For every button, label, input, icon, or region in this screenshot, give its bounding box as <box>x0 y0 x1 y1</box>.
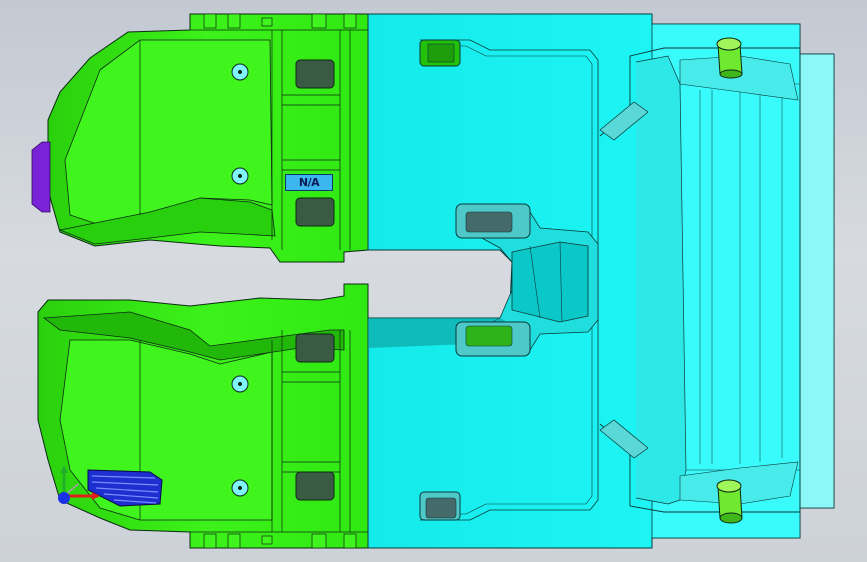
upper-pocket-2 <box>295 197 335 227</box>
cyan-pale-strip <box>799 53 835 509</box>
graphics-viewport[interactable]: N/A <box>0 0 867 562</box>
part-label-chip[interactable]: N/A <box>285 174 333 191</box>
lower-pocket-1 <box>295 333 335 363</box>
z-axis-icon <box>58 492 70 504</box>
coordinate-triad[interactable] <box>50 462 110 508</box>
purple-end-cap <box>31 141 51 213</box>
cad-model-view[interactable] <box>0 0 867 562</box>
peg-top <box>716 37 743 79</box>
lower-pocket-2 <box>295 471 335 501</box>
peg-bottom <box>716 479 743 524</box>
upper-pocket-1 <box>295 59 335 89</box>
